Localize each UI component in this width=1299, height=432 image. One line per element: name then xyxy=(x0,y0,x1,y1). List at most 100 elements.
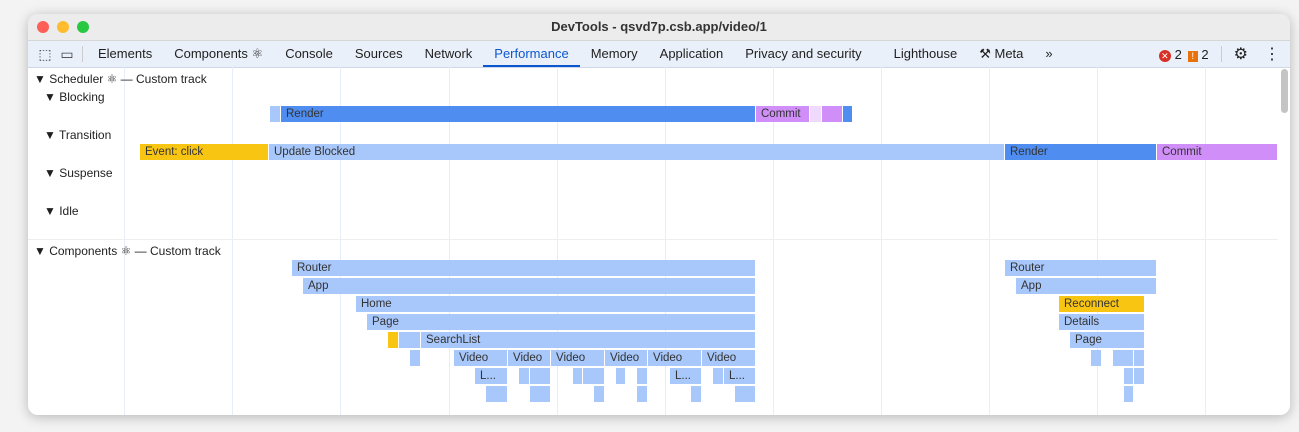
render-bar[interactable]: Render xyxy=(281,106,756,122)
unlabeled-bar[interactable] xyxy=(1134,368,1145,384)
video-bar[interactable]: Video xyxy=(508,350,551,366)
unlabeled-bar[interactable] xyxy=(530,368,551,384)
tab-privacy-and-security[interactable]: Privacy and security xyxy=(734,41,872,67)
grid-line xyxy=(124,67,125,415)
track-title: Idle xyxy=(59,204,79,218)
minimize-window-button[interactable] xyxy=(57,21,69,33)
page-bar[interactable]: Page xyxy=(1070,332,1145,348)
unlabeled-bar[interactable] xyxy=(519,368,530,384)
unlabeled-bar[interactable] xyxy=(713,368,724,384)
unlabeled-bar[interactable] xyxy=(530,386,551,402)
l-trunc-bar[interactable]: L... xyxy=(670,368,702,384)
close-window-button[interactable] xyxy=(37,21,49,33)
update-blocked-bar[interactable]: Update Blocked xyxy=(269,144,1005,160)
unlabeled-bar[interactable] xyxy=(399,332,421,348)
track-idle[interactable]: ▼ Idle xyxy=(44,204,79,218)
unlabeled-bar[interactable] xyxy=(1124,368,1134,384)
unlabeled-bar[interactable] xyxy=(583,368,605,384)
track-scheduler[interactable]: ▼ Scheduler ⚛ — Custom track xyxy=(34,72,207,86)
unlabeled-bar[interactable] xyxy=(388,332,399,348)
tab-elements[interactable]: Elements xyxy=(87,41,163,67)
track-suspense[interactable]: ▼ Suspense xyxy=(44,166,113,180)
video-bar[interactable]: Video xyxy=(648,350,702,366)
bar-label: Commit xyxy=(1162,146,1202,158)
unlabeled-bar[interactable] xyxy=(691,386,702,402)
app-bar[interactable]: App xyxy=(1016,278,1157,294)
title-bar: DevTools - qsvd7p.csb.app/video/1 xyxy=(28,14,1290,41)
unlabeled-bar[interactable] xyxy=(637,386,648,402)
track-title: Blocking xyxy=(59,90,105,104)
router-bar[interactable]: Router xyxy=(292,260,756,276)
l-trunc-bar[interactable]: L... xyxy=(724,368,756,384)
commit-bar[interactable]: Commit xyxy=(756,106,810,122)
video-bar[interactable]: Video xyxy=(454,350,508,366)
bar-label: Details xyxy=(1064,316,1100,328)
unlabeled-bar[interactable] xyxy=(735,386,756,402)
unlabeled-bar[interactable] xyxy=(843,106,853,122)
event-click-bar[interactable]: Event: click xyxy=(140,144,269,160)
app-bar[interactable]: App xyxy=(303,278,756,294)
warning-count-badge[interactable]: ! 2 xyxy=(1187,47,1209,62)
performance-timeline[interactable]: ▼ Scheduler ⚛ — Custom track ▼ Blocking … xyxy=(28,67,1290,415)
tab-components[interactable]: Components ⚛ xyxy=(163,41,274,67)
bar-label: Page xyxy=(1075,334,1102,346)
grid-line xyxy=(232,67,233,415)
tab-performance[interactable]: Performance xyxy=(483,41,581,67)
bar-label: Event: click xyxy=(145,146,204,158)
settings-gear-icon[interactable]: ⚙ xyxy=(1234,44,1248,64)
l-trunc-bar[interactable]: L... xyxy=(475,368,508,384)
more-tabs-button[interactable]: » xyxy=(1034,41,1063,67)
unlabeled-bar[interactable] xyxy=(616,368,626,384)
tab-console[interactable]: Console xyxy=(274,41,344,67)
unlabeled-bar[interactable] xyxy=(1124,386,1134,402)
track-components[interactable]: ▼ Components ⚛ — Custom track xyxy=(34,244,221,258)
bar-label: Render xyxy=(1010,146,1048,158)
details-bar[interactable]: Details xyxy=(1059,314,1145,330)
bar-label: App xyxy=(308,280,329,292)
video-bar[interactable]: Video xyxy=(702,350,756,366)
unlabeled-bar[interactable] xyxy=(822,106,843,122)
tab-network[interactable]: Network xyxy=(414,41,484,67)
tab-lighthouse[interactable]: Lighthouse xyxy=(883,41,969,67)
unlabeled-bar[interactable] xyxy=(1091,350,1102,366)
device-toolbar-icon[interactable]: ▭ xyxy=(56,46,78,63)
track-separator xyxy=(28,239,1278,240)
unlabeled-bar[interactable] xyxy=(637,368,648,384)
error-count-badge[interactable]: ✕ 2 xyxy=(1158,47,1182,62)
devtools-window: DevTools - qsvd7p.csb.app/video/1 ⬚ ▭ El… xyxy=(28,14,1290,415)
commit-bar[interactable]: Commit xyxy=(1157,144,1278,160)
unlabeled-bar[interactable] xyxy=(486,386,508,402)
tab-meta[interactable]: ⚒ Meta xyxy=(968,41,1034,67)
unlabeled-bar[interactable] xyxy=(270,106,281,122)
inspect-element-icon[interactable]: ⬚ xyxy=(34,46,56,63)
page-bar[interactable]: Page xyxy=(367,314,756,330)
tab-application[interactable]: Application xyxy=(649,41,735,67)
track-transition[interactable]: ▼ Transition xyxy=(44,128,111,142)
bar-label: Page xyxy=(372,316,399,328)
searchlist-bar[interactable]: SearchList xyxy=(421,332,756,348)
unlabeled-bar[interactable] xyxy=(1134,350,1145,366)
vertical-scrollbar[interactable] xyxy=(1281,69,1288,113)
router-bar[interactable]: Router xyxy=(1005,260,1157,276)
bar-label: Commit xyxy=(761,108,801,120)
home-bar[interactable]: Home xyxy=(356,296,756,312)
unlabeled-bar[interactable] xyxy=(810,106,822,122)
unlabeled-bar[interactable] xyxy=(573,368,583,384)
bar-label: Home xyxy=(361,298,392,310)
panel-tab-bar: ⬚ ▭ Elements Components ⚛ Console Sources Ne… xyxy=(28,41,1290,68)
bar-label: L... xyxy=(675,370,691,382)
tab-sources[interactable]: Sources xyxy=(344,41,414,67)
unlabeled-bar[interactable] xyxy=(1113,350,1134,366)
tab-memory[interactable]: Memory xyxy=(580,41,649,67)
unlabeled-bar[interactable] xyxy=(594,386,605,402)
more-options-icon[interactable]: ⋮ xyxy=(1264,44,1280,64)
video-bar[interactable]: Video xyxy=(551,350,605,366)
unlabeled-bar[interactable] xyxy=(410,350,421,366)
zoom-window-button[interactable] xyxy=(77,21,89,33)
bar-label: App xyxy=(1021,280,1042,292)
track-blocking[interactable]: ▼ Blocking xyxy=(44,90,105,104)
render-bar[interactable]: Render xyxy=(1005,144,1157,160)
video-bar[interactable]: Video xyxy=(605,350,648,366)
reconnect-bar[interactable]: Reconnect xyxy=(1059,296,1145,312)
bar-label: Video xyxy=(556,352,586,364)
